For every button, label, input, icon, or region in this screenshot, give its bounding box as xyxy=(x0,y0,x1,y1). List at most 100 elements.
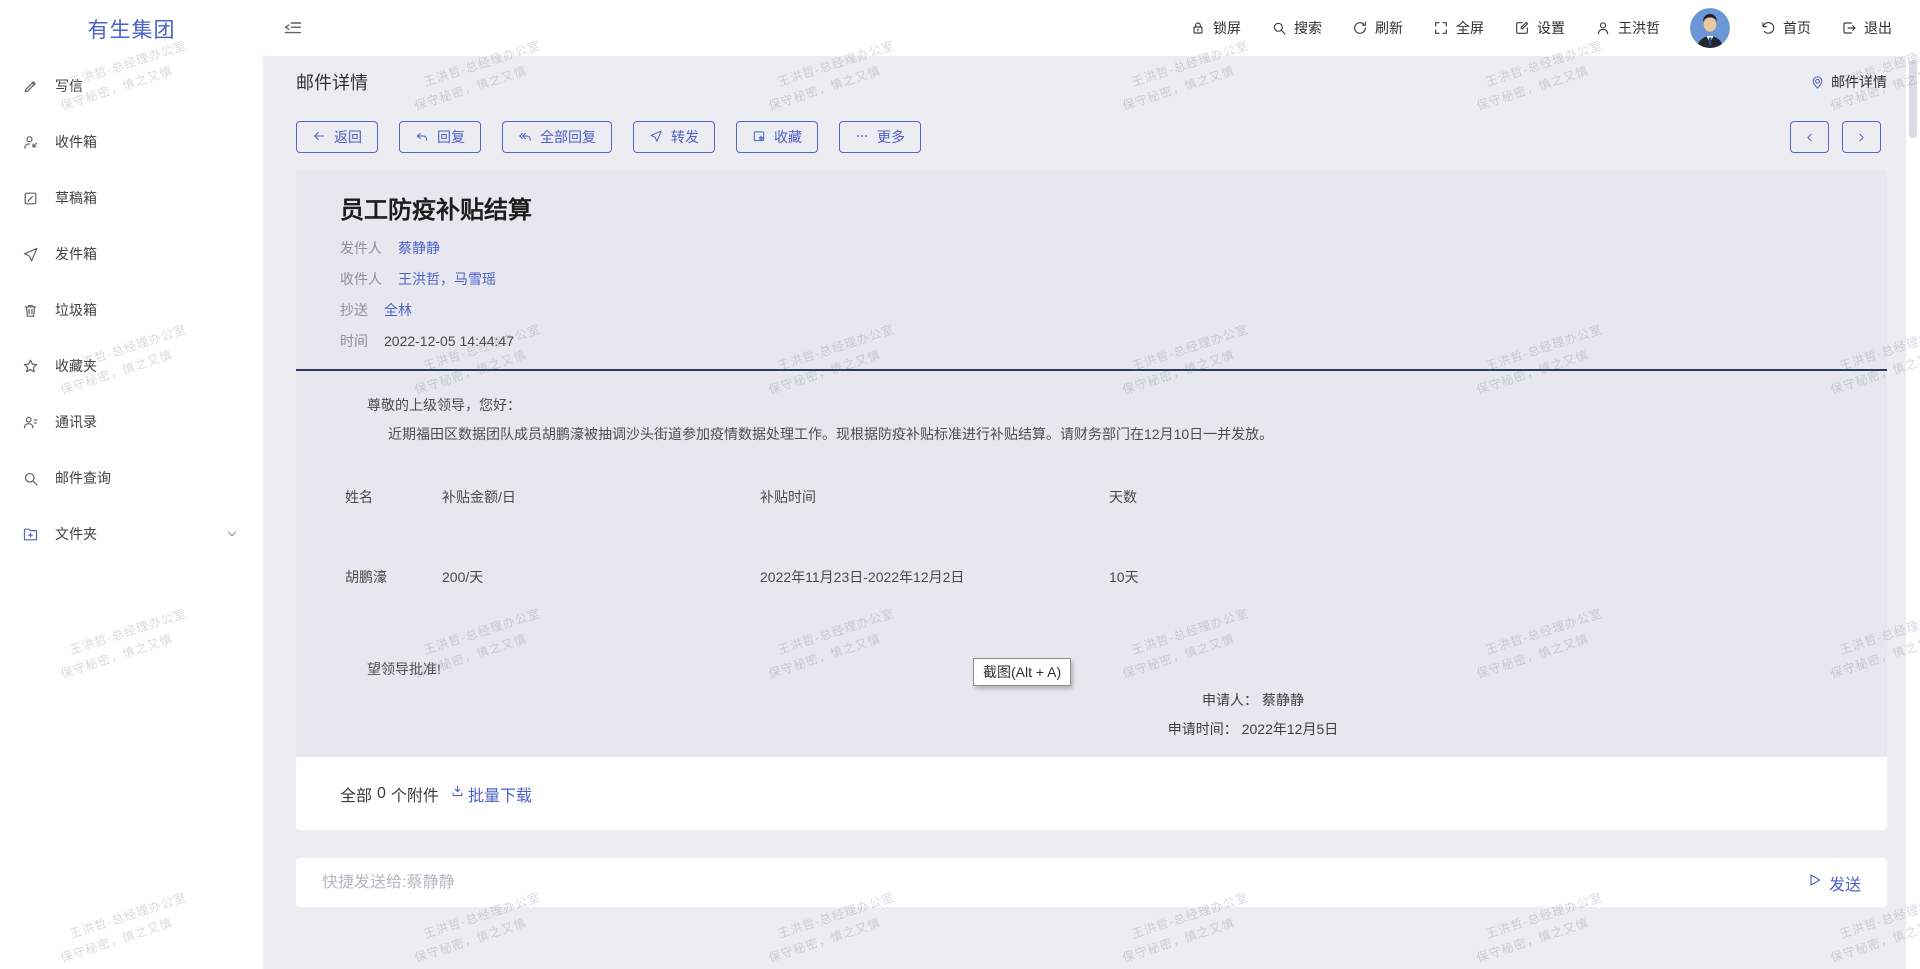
reply-all-icon xyxy=(518,129,532,146)
from-label: 发件人 xyxy=(340,233,382,264)
more-button[interactable]: 更多 xyxy=(839,121,921,153)
header-action-label: 退出 xyxy=(1864,18,1892,38)
apply-time-value: 2022年12月5日 xyxy=(1242,721,1339,737)
star-icon xyxy=(22,358,39,375)
applicant-value: 蔡静静 xyxy=(1262,692,1304,708)
quick-send-input[interactable] xyxy=(322,874,1807,892)
reply-all-button[interactable]: 全部回复 xyxy=(502,121,612,153)
refresh-icon xyxy=(1352,20,1368,36)
header-action-label: 搜索 xyxy=(1294,18,1322,38)
sidebar: 有生集团 写信 收件箱 草稿箱 发件箱 垃圾箱 xyxy=(0,0,263,969)
search-icon xyxy=(1271,20,1287,36)
quick-send-bar: 发送 xyxy=(296,858,1887,907)
fullscreen-button[interactable]: 全屏 xyxy=(1433,18,1484,38)
send-label: 发送 xyxy=(1829,871,1861,895)
breadcrumb-label: 邮件详情 xyxy=(1831,72,1887,92)
sidebar-item-sent[interactable]: 发件箱 xyxy=(0,226,263,282)
mail-detail-card: 员工防疫补贴结算 发件人 蔡静静 收件人 王洪哲，马雪瑶 抄送 全林 xyxy=(296,170,1887,830)
sidebar-item-trash[interactable]: 垃圾箱 xyxy=(0,282,263,338)
mail-cc-row: 抄送 全林 xyxy=(340,295,1843,326)
collect-box-icon xyxy=(752,129,766,146)
search-button[interactable]: 搜索 xyxy=(1271,18,1322,38)
header-action-label: 全屏 xyxy=(1456,18,1484,38)
col-amount: 补贴金额/日 xyxy=(442,487,760,537)
search-icon xyxy=(22,470,39,487)
reply-icon xyxy=(415,129,429,146)
forward-button[interactable]: 转发 xyxy=(633,121,715,153)
col-period: 补贴时间 xyxy=(760,487,1109,537)
header-action-label: 首页 xyxy=(1783,18,1811,38)
reply-button[interactable]: 回复 xyxy=(399,121,481,153)
sidebar-item-label: 通讯录 xyxy=(55,412,97,432)
applicant-block: 申请人：蔡静静 申请时间：2022年12月5日 xyxy=(1083,686,1423,744)
lock-screen-button[interactable]: 锁屏 xyxy=(1190,18,1241,38)
next-mail-button[interactable] xyxy=(1842,121,1881,153)
sidebar-item-compose[interactable]: 写信 xyxy=(0,58,263,114)
applicant-row: 申请人：蔡静静 xyxy=(1083,686,1423,715)
button-label: 更多 xyxy=(877,127,905,147)
arrow-left-icon xyxy=(312,129,326,146)
attachments-suffix: 个附件 xyxy=(391,782,439,806)
apply-time-label: 申请时间： xyxy=(1168,721,1238,737)
scrollbar-thumb[interactable] xyxy=(1909,60,1917,138)
sidebar-item-mail-search[interactable]: 邮件查询 xyxy=(0,450,263,506)
from-contact-link[interactable]: 蔡静静 xyxy=(398,233,440,264)
subsidy-table: 姓名 补贴金额/日 补贴时间 天数 胡鹏濠 200/天 xyxy=(345,487,1843,587)
cc-contact-link[interactable]: 全林 xyxy=(384,295,412,326)
main-area: 锁屏 搜索 刷新 全屏 设置 xyxy=(263,0,1920,969)
button-label: 转发 xyxy=(671,127,699,147)
header-action-label: 王洪哲 xyxy=(1618,18,1660,38)
send-button[interactable]: 发送 xyxy=(1807,871,1861,895)
chevron-down-icon xyxy=(225,527,239,541)
logout-icon xyxy=(1841,20,1857,36)
apply-time-row: 申请时间：2022年12月5日 xyxy=(1083,715,1423,744)
logout-button[interactable]: 退出 xyxy=(1841,18,1892,38)
attachments-prefix: 全部 xyxy=(340,782,372,806)
pager xyxy=(1790,121,1881,153)
prev-mail-button[interactable] xyxy=(1790,121,1829,153)
pencil-icon xyxy=(22,78,39,95)
back-button[interactable]: 返回 xyxy=(296,121,378,153)
user-icon xyxy=(1595,20,1611,36)
favorite-button[interactable]: 收藏 xyxy=(736,121,818,153)
home-button[interactable]: 首页 xyxy=(1760,18,1811,38)
contacts-icon xyxy=(22,414,39,431)
button-label: 回复 xyxy=(437,127,465,147)
paper-plane-icon xyxy=(22,246,39,263)
to-label: 收件人 xyxy=(340,264,382,295)
sidebar-item-inbox[interactable]: 收件箱 xyxy=(0,114,263,170)
cc-label: 抄送 xyxy=(340,295,368,326)
avatar[interactable] xyxy=(1690,8,1730,48)
undo-arrow-icon xyxy=(1760,20,1776,36)
sidebar-item-favorites[interactable]: 收藏夹 xyxy=(0,338,263,394)
attachments-bar: 全部 0 个附件 批量下载 xyxy=(296,757,1887,830)
button-label: 全部回复 xyxy=(540,127,596,147)
fullscreen-icon xyxy=(1433,20,1449,36)
menu-fold-icon[interactable] xyxy=(283,18,303,38)
applicant-label: 申请人： xyxy=(1202,692,1258,708)
batch-download-link[interactable]: 批量下载 xyxy=(450,782,532,806)
draft-icon xyxy=(22,190,39,207)
batch-download-label: 批量下载 xyxy=(468,782,532,806)
col-days: 天数 xyxy=(1109,487,1843,537)
page-title: 邮件详情 xyxy=(296,69,368,95)
to-contact-link[interactable]: 王洪哲，马雪瑶 xyxy=(398,264,496,295)
current-user-button[interactable]: 王洪哲 xyxy=(1595,18,1660,38)
mail-header: 员工防疫补贴结算 发件人 蔡静静 收件人 王洪哲，马雪瑶 抄送 全林 xyxy=(296,170,1887,357)
sidebar-item-label: 写信 xyxy=(55,76,83,96)
mail-time-row: 时间 2022-12-05 14:44:47 xyxy=(340,326,1843,357)
scrollbar-track[interactable] xyxy=(1906,56,1920,969)
refresh-button[interactable]: 刷新 xyxy=(1352,18,1403,38)
header-actions: 锁屏 搜索 刷新 全屏 设置 xyxy=(1190,8,1892,48)
toolbar: 返回 回复 全部回复 转发 收藏 xyxy=(296,121,1887,153)
sidebar-item-label: 收藏夹 xyxy=(55,356,97,376)
content-area: 邮件详情 邮件详情 返回 回复 全部回复 xyxy=(263,56,1920,969)
sidebar-item-drafts[interactable]: 草稿箱 xyxy=(0,170,263,226)
settings-button[interactable]: 设置 xyxy=(1514,18,1565,38)
folder-plus-icon xyxy=(22,526,39,543)
sidebar-item-contacts[interactable]: 通讯录 xyxy=(0,394,263,450)
cell-amount: 200/天 xyxy=(442,537,760,587)
brand-logo: 有生集团 xyxy=(0,0,263,58)
trash-icon xyxy=(22,302,39,319)
sidebar-item-folders[interactable]: 文件夹 xyxy=(0,506,263,562)
